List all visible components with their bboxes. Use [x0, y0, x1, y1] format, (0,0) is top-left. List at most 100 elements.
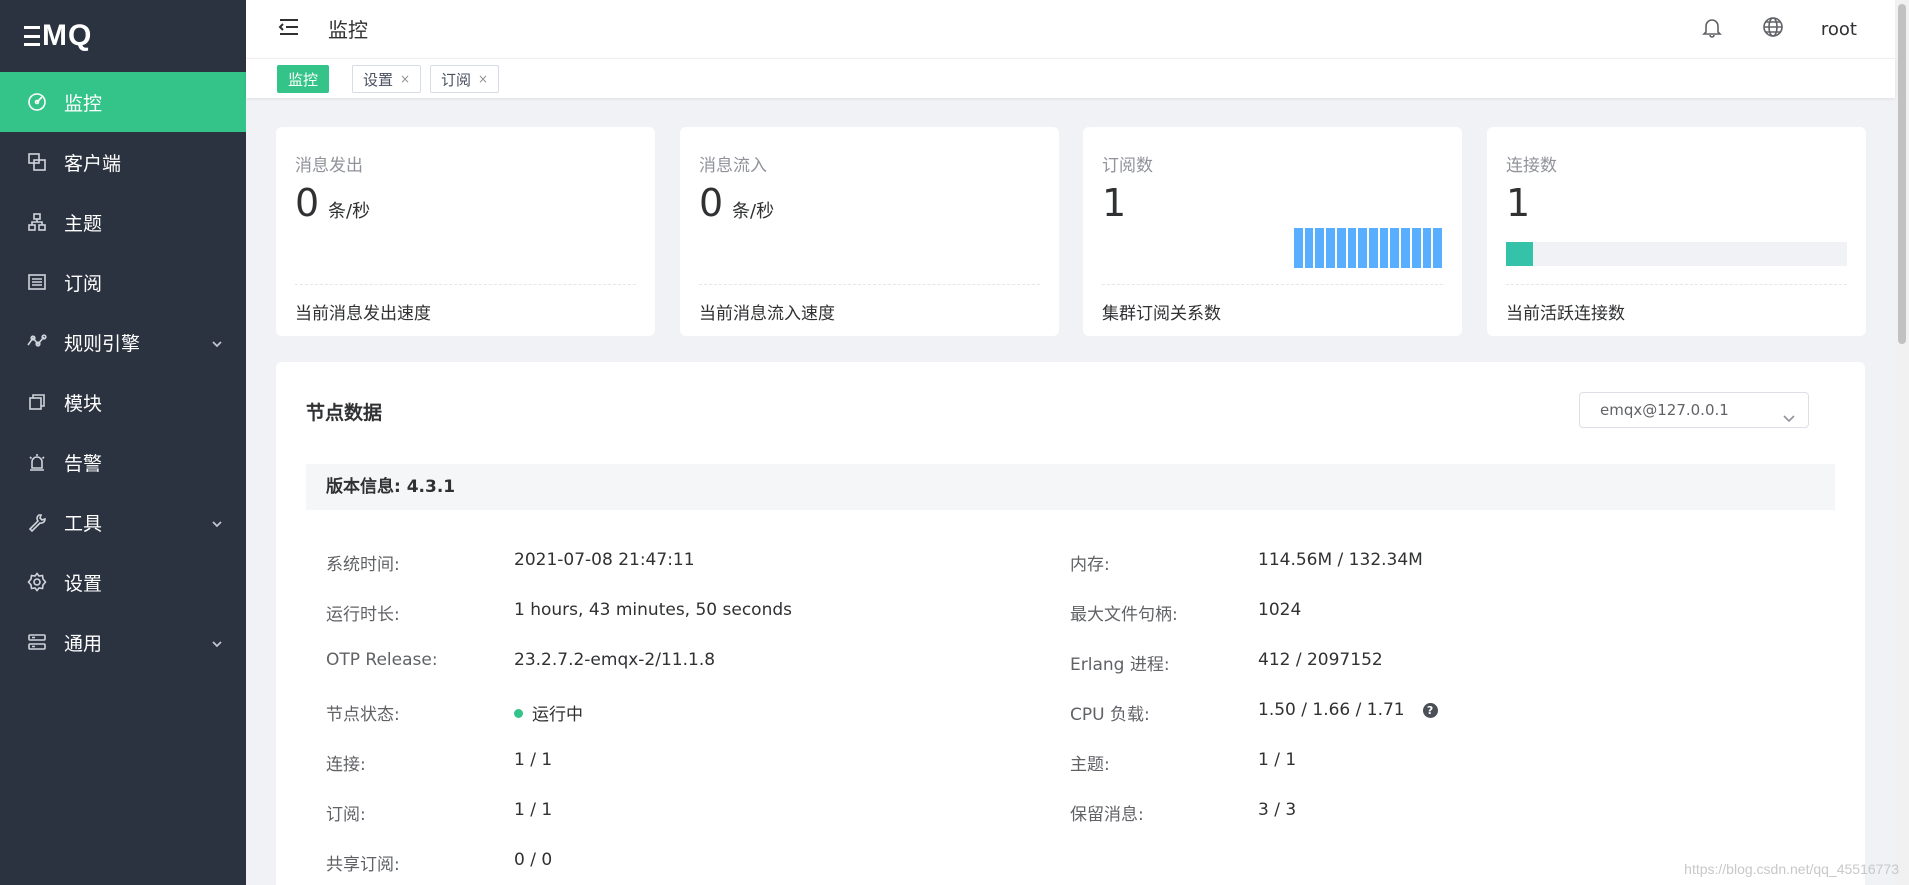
info-value: 1 / 1 — [514, 750, 553, 770]
info-key: 订阅: — [326, 805, 366, 825]
emq-logo[interactable]: MQ — [0, 0, 246, 72]
globe-icon[interactable] — [1762, 16, 1784, 38]
bell-icon[interactable] — [1701, 16, 1723, 38]
info-key: 连接: — [326, 755, 366, 775]
info-key: CPU 负载: — [1070, 705, 1150, 725]
tools-icon — [26, 511, 48, 533]
sidebar-item-general[interactable]: 通用 — [0, 612, 246, 672]
sidebar-item-settings[interactable]: 设置 — [0, 552, 246, 612]
tag-label: 订阅 — [441, 70, 472, 89]
card-description: 集群订阅关系数 — [1102, 304, 1221, 324]
scrollbar-thumb[interactable] — [1898, 4, 1906, 344]
sidebar-item-label: 工具 — [64, 512, 103, 535]
info-key: 系统时间: — [326, 555, 400, 575]
sidebar-item-clients[interactable]: 客户端 — [0, 132, 246, 192]
subscriptions-icon — [26, 271, 48, 293]
card-unit: 条/秒 — [732, 201, 775, 222]
info-value: 23.2.7.2-emqx-2/11.1.8 — [514, 650, 716, 670]
menu-toggle-icon[interactable] — [278, 16, 300, 38]
close-icon[interactable]: × — [478, 72, 488, 86]
info-key: 主题: — [1070, 755, 1110, 775]
info-key: 最大文件句柄: — [1070, 605, 1178, 625]
card-messages-in: 消息流入 0 条/秒 当前消息流入速度 — [680, 127, 1059, 336]
info-key: 节点状态: — [326, 705, 400, 725]
mini-bar — [1422, 228, 1432, 268]
logo-text: MQ — [42, 19, 93, 52]
sidebar-item-label: 模块 — [64, 392, 103, 415]
connections-progress-bar — [1506, 242, 1847, 266]
close-icon[interactable]: × — [400, 72, 410, 86]
sidebar-item-modules[interactable]: 模块 — [0, 372, 246, 432]
modules-icon — [26, 391, 48, 413]
node-data-panel: 节点数据 emqx@127.0.0.1 版本信息: 4.3.1 系统时间: 20… — [276, 362, 1865, 885]
sidebar-item-alarm[interactable]: 告警 — [0, 432, 246, 492]
mini-bar — [1358, 228, 1367, 268]
sidebar-item-monitor[interactable]: 监控 — [0, 72, 246, 132]
sidebar-item-rule-engine[interactable]: 规则引擎 — [0, 312, 246, 372]
divider — [699, 284, 1040, 285]
divider — [295, 284, 636, 285]
sidebar-item-tools[interactable]: 工具 — [0, 492, 246, 552]
subscriptions-mini-chart — [1294, 228, 1442, 268]
progress-fill — [1506, 242, 1534, 266]
sidebar-item-label: 客户端 — [64, 152, 122, 175]
info-key: OTP Release: — [326, 650, 438, 670]
sidebar-item-label: 主题 — [64, 212, 103, 235]
page-scrollbar[interactable] — [1895, 0, 1909, 885]
card-messages-out: 消息发出 0 条/秒 当前消息发出速度 — [276, 127, 655, 336]
panel-title: 节点数据 — [306, 402, 383, 424]
mini-bar — [1379, 228, 1389, 268]
card-title: 消息发出 — [295, 156, 363, 176]
mini-bar — [1369, 228, 1378, 268]
node-select[interactable]: emqx@127.0.0.1 — [1579, 392, 1809, 428]
card-value: 1 — [1506, 181, 1531, 225]
mini-bar — [1411, 228, 1421, 268]
card-subscriptions: 订阅数 1 集群订阅关系数 — [1083, 127, 1462, 336]
card-title: 订阅数 — [1102, 156, 1153, 176]
card-description: 当前消息发出速度 — [295, 304, 431, 324]
general-icon — [26, 631, 48, 653]
card-description: 当前活跃连接数 — [1506, 304, 1625, 324]
top-header: 监控 root — [246, 0, 1909, 58]
sidebar-item-label: 订阅 — [64, 272, 103, 295]
info-value: 1 / 1 — [514, 800, 553, 820]
info-key: 运行时长: — [326, 605, 400, 625]
mini-bar — [1326, 228, 1335, 268]
tag-subscriptions[interactable]: 订阅 × — [430, 65, 500, 93]
card-unit: 条/秒 — [328, 201, 371, 222]
tag-label: 设置 — [363, 70, 394, 89]
info-value: 3 / 3 — [1258, 800, 1297, 820]
info-key: Erlang 进程: — [1070, 655, 1170, 675]
sidebar-item-topics[interactable]: 主题 — [0, 192, 246, 252]
sidebar-item-label: 设置 — [64, 572, 103, 595]
sidebar-item-label: 通用 — [64, 632, 103, 655]
tags-view: 监控 设置 × 订阅 × — [246, 58, 1895, 98]
rule-engine-icon — [26, 331, 48, 353]
info-value: 0 / 0 — [514, 850, 553, 870]
mini-bar — [1347, 228, 1357, 268]
info-key: 共享订阅: — [326, 855, 400, 875]
tag-settings[interactable]: 设置 × — [352, 65, 422, 93]
user-menu[interactable]: root — [1821, 19, 1857, 40]
info-value: 114.56M / 132.34M — [1258, 550, 1423, 570]
topics-icon — [26, 211, 48, 233]
help-icon[interactable]: ? — [1422, 703, 1438, 718]
clients-icon — [26, 151, 48, 173]
mini-bar — [1433, 228, 1442, 268]
sidebar-item-subscriptions[interactable]: 订阅 — [0, 252, 246, 312]
mini-bar — [1336, 228, 1346, 268]
tag-monitor[interactable]: 监控 — [277, 65, 330, 93]
chevron-down-icon — [1782, 403, 1796, 423]
info-value: 412 / 2097152 — [1258, 650, 1383, 670]
mini-bar — [1401, 228, 1410, 268]
info-key: 内存: — [1070, 555, 1110, 575]
status-dot-icon — [514, 709, 523, 718]
card-connections: 连接数 1 当前活跃连接数 — [1487, 127, 1866, 336]
mini-bar — [1390, 228, 1400, 268]
info-value: 运行中 — [514, 700, 583, 725]
info-value: 1.50 / 1.66 / 1.71? — [1258, 700, 1438, 720]
divider — [1102, 284, 1443, 285]
sidebar-item-label: 监控 — [64, 92, 103, 115]
cpu-load-value: 1.50 / 1.66 / 1.71 — [1258, 700, 1405, 720]
alarm-icon — [26, 451, 48, 473]
